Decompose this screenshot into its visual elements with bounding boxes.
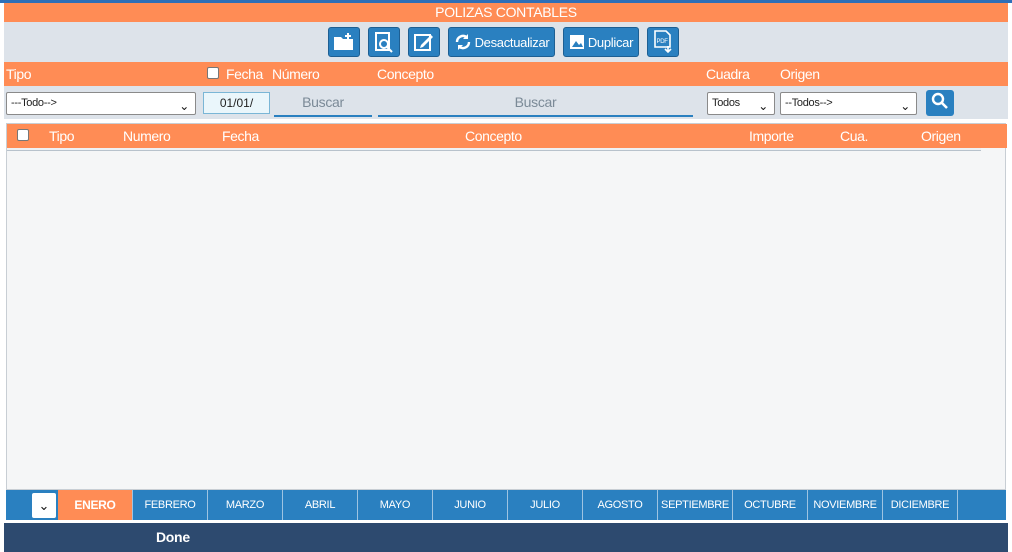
duplicate-icon [569, 34, 585, 50]
new-poliza-button[interactable] [328, 27, 360, 57]
col-concepto[interactable]: Concepto [465, 127, 522, 145]
tab-septiembre[interactable]: SEPTIEMBRE [658, 490, 733, 520]
concepto-search-input[interactable]: Buscar [378, 89, 693, 117]
tipo-label: Tipo [6, 66, 32, 82]
filter-row: ---Todo--> ⌄ 01/01/ Buscar Buscar Todos … [4, 86, 1008, 119]
filter-labels: Tipo Fecha Número Concepto Cuadra Origen [4, 62, 1008, 86]
view-poliza-button[interactable] [368, 27, 400, 57]
tipo-select[interactable]: ---Todo--> ⌄ [6, 92, 196, 115]
month-tabs: ⌄ ENERO FEBRERO MARZO ABRIL MAYO JUNIO J… [6, 490, 1006, 520]
desactualizar-label: Desactualizar [474, 34, 550, 50]
col-numero[interactable]: Numero [123, 127, 171, 145]
tab-agosto[interactable]: AGOSTO [583, 490, 658, 520]
select-all-checkbox[interactable] [17, 129, 29, 141]
tab-enero[interactable]: ENERO [58, 490, 133, 520]
status-text: Done [156, 529, 190, 545]
polizas-grid: Tipo Numero Fecha Concepto Importe Cua. … [6, 123, 1007, 490]
fecha-input[interactable]: 01/01/ [203, 92, 270, 114]
status-bar: Done [4, 523, 1008, 552]
cuadra-select-value: Todos [712, 97, 740, 109]
concepto-label: Concepto [377, 66, 434, 82]
search-button[interactable] [926, 90, 954, 116]
grid-header: Tipo Numero Fecha Concepto Importe Cua. … [7, 124, 1007, 148]
tab-julio[interactable]: JULIO [508, 490, 583, 520]
tab-noviembre[interactable]: NOVIEMBRE [808, 490, 883, 520]
fecha-checkbox[interactable] [207, 67, 219, 79]
polizas-app: POLIZAS CONTABLES Desactualizar Duplicar… [0, 0, 1012, 552]
refresh-icon [454, 33, 472, 51]
chevron-down-icon: ⌄ [758, 99, 768, 113]
numero-label: Número [272, 66, 320, 82]
chevron-down-icon: ⌄ [38, 498, 50, 513]
origen-label: Origen [780, 66, 820, 82]
col-fecha[interactable]: Fecha [222, 127, 259, 145]
cuadra-label: Cuadra [706, 66, 750, 82]
tab-diciembre[interactable]: DICIEMBRE [883, 490, 958, 520]
year-select[interactable]: ⌄ [32, 493, 56, 518]
edit-icon [413, 31, 435, 53]
tab-marzo[interactable]: MARZO [208, 490, 283, 520]
year-selector-area: ⌄ [6, 490, 58, 520]
numero-search-input[interactable]: Buscar [274, 89, 372, 117]
pdf-icon: PDF [652, 30, 674, 54]
col-cuadra[interactable]: Cua. [840, 127, 868, 145]
new-folder-icon [333, 32, 355, 52]
tab-junio[interactable]: JUNIO [433, 490, 508, 520]
duplicar-button[interactable]: Duplicar [563, 27, 639, 57]
export-pdf-button[interactable]: PDF [647, 27, 679, 57]
tab-mayo[interactable]: MAYO [358, 490, 433, 520]
origen-select-value: --Todos--> [785, 97, 833, 109]
cuadra-select[interactable]: Todos ⌄ [707, 92, 775, 115]
svg-text:PDF: PDF [657, 39, 669, 45]
desactualizar-button[interactable]: Desactualizar [448, 27, 555, 57]
col-importe[interactable]: Importe [749, 127, 794, 145]
tab-abril[interactable]: ABRIL [283, 490, 358, 520]
col-origen[interactable]: Origen [921, 127, 961, 145]
tipo-select-value: ---Todo--> [11, 97, 57, 109]
view-document-icon [373, 31, 395, 53]
chevron-down-icon: ⌄ [900, 99, 910, 113]
origen-select[interactable]: --Todos--> ⌄ [780, 92, 917, 115]
tab-febrero[interactable]: FEBRERO [133, 490, 208, 520]
chevron-down-icon: ⌄ [179, 99, 189, 113]
window-title: POLIZAS CONTABLES [4, 3, 1008, 22]
toolbar: Desactualizar Duplicar PDF [4, 22, 1008, 62]
duplicar-label: Duplicar [587, 34, 634, 50]
col-tipo[interactable]: Tipo [49, 127, 75, 145]
search-icon [931, 92, 949, 115]
edit-poliza-button[interactable] [408, 27, 440, 57]
grid-body-top [7, 148, 981, 151]
tab-octubre[interactable]: OCTUBRE [733, 490, 808, 520]
fecha-label: Fecha [226, 66, 263, 82]
